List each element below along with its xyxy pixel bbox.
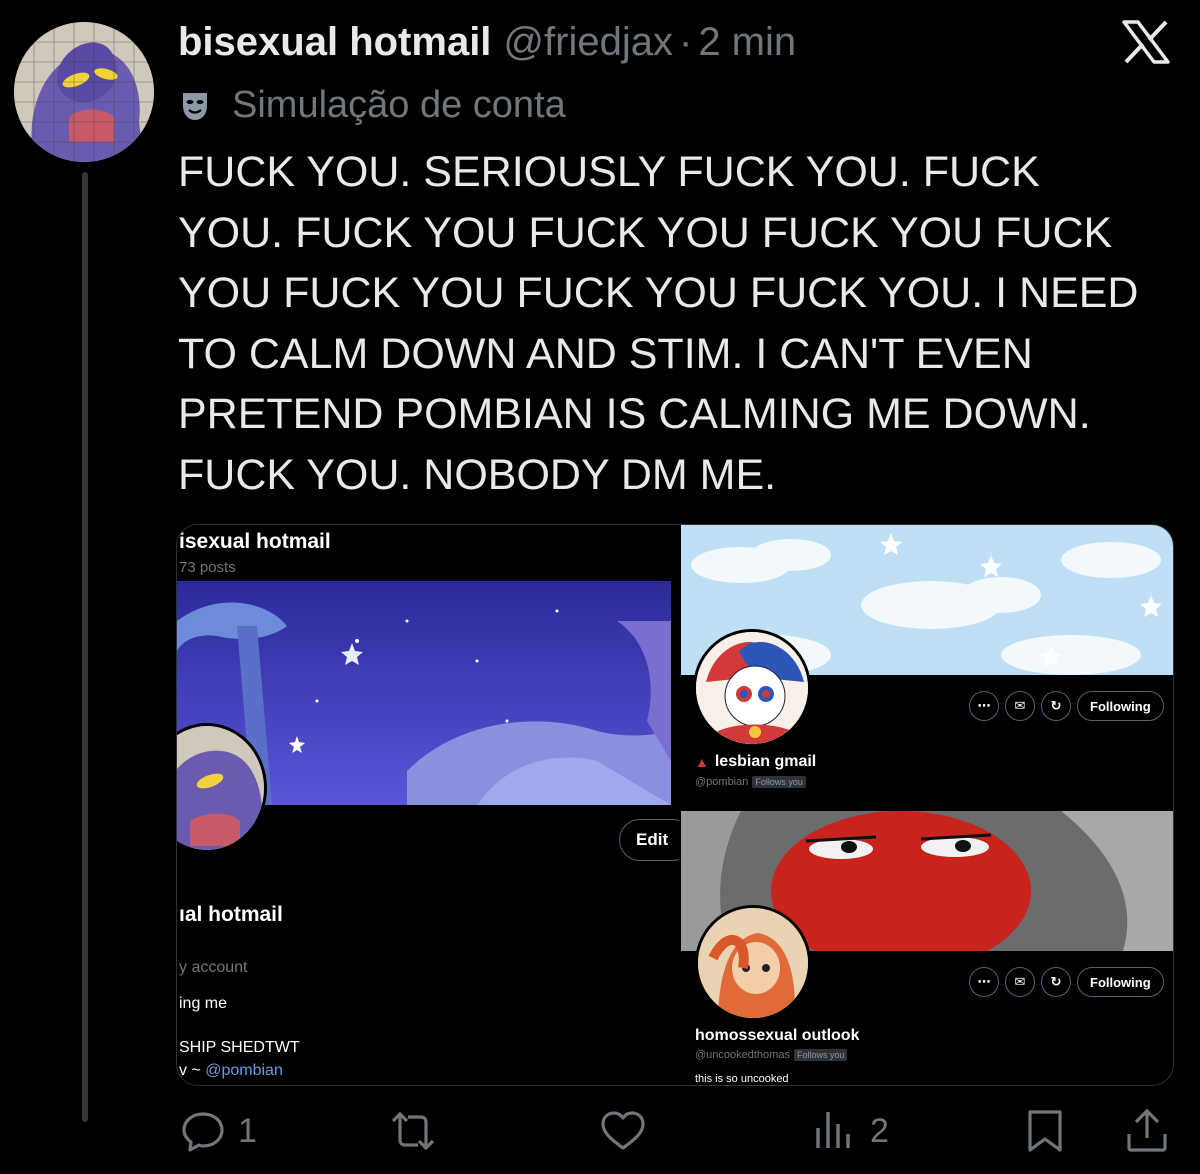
tweet-text-line: FUCK YOU. NOBODY DM ME. bbox=[178, 450, 777, 499]
like-button[interactable] bbox=[598, 1106, 658, 1156]
screenshot-bio-mention: @pombian bbox=[205, 1062, 283, 1079]
screenshot-profile-name: homossexual outlook bbox=[695, 1027, 860, 1044]
screenshot-profile-subtitle: y account bbox=[179, 959, 248, 976]
repost-button[interactable] bbox=[388, 1106, 448, 1156]
screenshot-bio-line: SHIP SHEDTWT bbox=[179, 1039, 300, 1056]
circus-tent-icon: ▲ bbox=[695, 754, 709, 770]
theater-mask-icon bbox=[183, 92, 207, 120]
views-button[interactable]: 2 bbox=[810, 1106, 889, 1156]
more-icon: ⋯ bbox=[969, 691, 999, 721]
repost-icon bbox=[391, 1111, 435, 1151]
follows-you-badge: Follows you bbox=[752, 776, 806, 788]
reply-icon bbox=[182, 1112, 224, 1152]
screenshot-profile-handle: @uncookedthomas Follows you bbox=[695, 1049, 848, 1061]
views-count: 2 bbox=[870, 1111, 889, 1150]
thread-line bbox=[82, 172, 88, 1122]
profile-handle-text: @uncookedthomas bbox=[695, 1049, 790, 1061]
profile-action-buttons: ⋯ ✉ ↻ Following bbox=[969, 691, 1164, 721]
screenshot-profile-name: ıal hotmail bbox=[179, 903, 283, 926]
subscribe-icon: ↻ bbox=[1041, 967, 1071, 997]
author-avatar[interactable] bbox=[14, 22, 154, 162]
heart-icon bbox=[601, 1111, 645, 1150]
profile-action-buttons: ⋯ ✉ ↻ Following bbox=[969, 967, 1164, 997]
message-icon: ✉ bbox=[1005, 967, 1035, 997]
bookmark-icon bbox=[1028, 1110, 1062, 1152]
tweet-text-line: YOU. FUCK YOU FUCK YOU FUCK YOU FUCK bbox=[178, 208, 1113, 257]
tweet-header: bisexual hotmail @friedjax · 2 min bbox=[178, 20, 796, 68]
screenshot-bio-line: v ~ @pombian bbox=[179, 1062, 283, 1080]
simulation-label-row: Simulação de conta bbox=[178, 84, 566, 127]
reply-count: 1 bbox=[238, 1111, 257, 1150]
ragatha-avatar bbox=[695, 905, 811, 1021]
profile-name-text: lesbian gmail bbox=[714, 753, 817, 770]
screenshot-bio-line: ing me bbox=[179, 995, 228, 1012]
share-button[interactable] bbox=[1122, 1106, 1172, 1156]
simulation-label: Simulação de conta bbox=[232, 84, 566, 126]
separator-dot: · bbox=[678, 20, 693, 64]
x-logo-icon bbox=[1122, 20, 1170, 64]
profile-handle-text: @pombian bbox=[695, 776, 749, 788]
screenshot-bio-line: this is so uncooked bbox=[695, 1073, 789, 1085]
tweet-text-line: TO CALM DOWN AND STIM. I CAN'T EVEN bbox=[178, 329, 1033, 378]
tweet-text-line: YOU FUCK YOU FUCK YOU FUCK YOU. I NEED bbox=[178, 269, 1139, 317]
screenshot-bio-prefix: v ~ bbox=[179, 1062, 206, 1079]
share-icon bbox=[1127, 1108, 1167, 1152]
media-image-left[interactable]: isexual hotmail 73 posts Edit ıal hotmai… bbox=[177, 525, 679, 1085]
tweet-text-line: FUCK YOU. SERIOUSLY FUCK YOU. FUCK bbox=[178, 148, 1040, 196]
screenshot-profile-handle: @pombian Follows you bbox=[695, 776, 806, 788]
more-icon: ⋯ bbox=[969, 967, 999, 997]
author-display-name[interactable]: bisexual hotmail bbox=[178, 20, 491, 65]
tweet-action-bar: 1 2 bbox=[178, 1106, 1178, 1162]
tweet-text-line: PRETEND POMBIAN IS CALMING ME DOWN. bbox=[178, 390, 1091, 438]
subscribe-icon: ↻ bbox=[1041, 691, 1071, 721]
tweet-time[interactable]: 2 min bbox=[698, 20, 796, 65]
screenshot-profile-title: isexual hotmail bbox=[179, 530, 331, 553]
follows-you-badge: Follows you bbox=[793, 1049, 848, 1061]
following-button: Following bbox=[1077, 691, 1164, 721]
edit-profile-button: Edit bbox=[619, 819, 679, 861]
message-icon: ✉ bbox=[1005, 691, 1035, 721]
screenshot-post-count: 73 posts bbox=[179, 559, 236, 576]
author-handle[interactable]: @friedjax bbox=[503, 20, 673, 65]
tweet-media[interactable]: isexual hotmail 73 posts Edit ıal hotmai… bbox=[176, 524, 1174, 1086]
views-icon bbox=[816, 1112, 850, 1148]
reply-button[interactable]: 1 bbox=[178, 1106, 257, 1156]
following-button: Following bbox=[1077, 967, 1164, 997]
tweet-text: FUCK YOU. SERIOUSLY FUCK YOU. FUCK YOU. … bbox=[178, 142, 1178, 505]
bookmark-button[interactable] bbox=[1020, 1106, 1070, 1156]
media-image-right[interactable]: ⋯ ✉ ↻ Following ▲ lesbian gmail @pombian… bbox=[681, 525, 1173, 1085]
screenshot-profile-name: ▲ lesbian gmail bbox=[695, 753, 816, 771]
pomni-avatar bbox=[693, 629, 811, 747]
